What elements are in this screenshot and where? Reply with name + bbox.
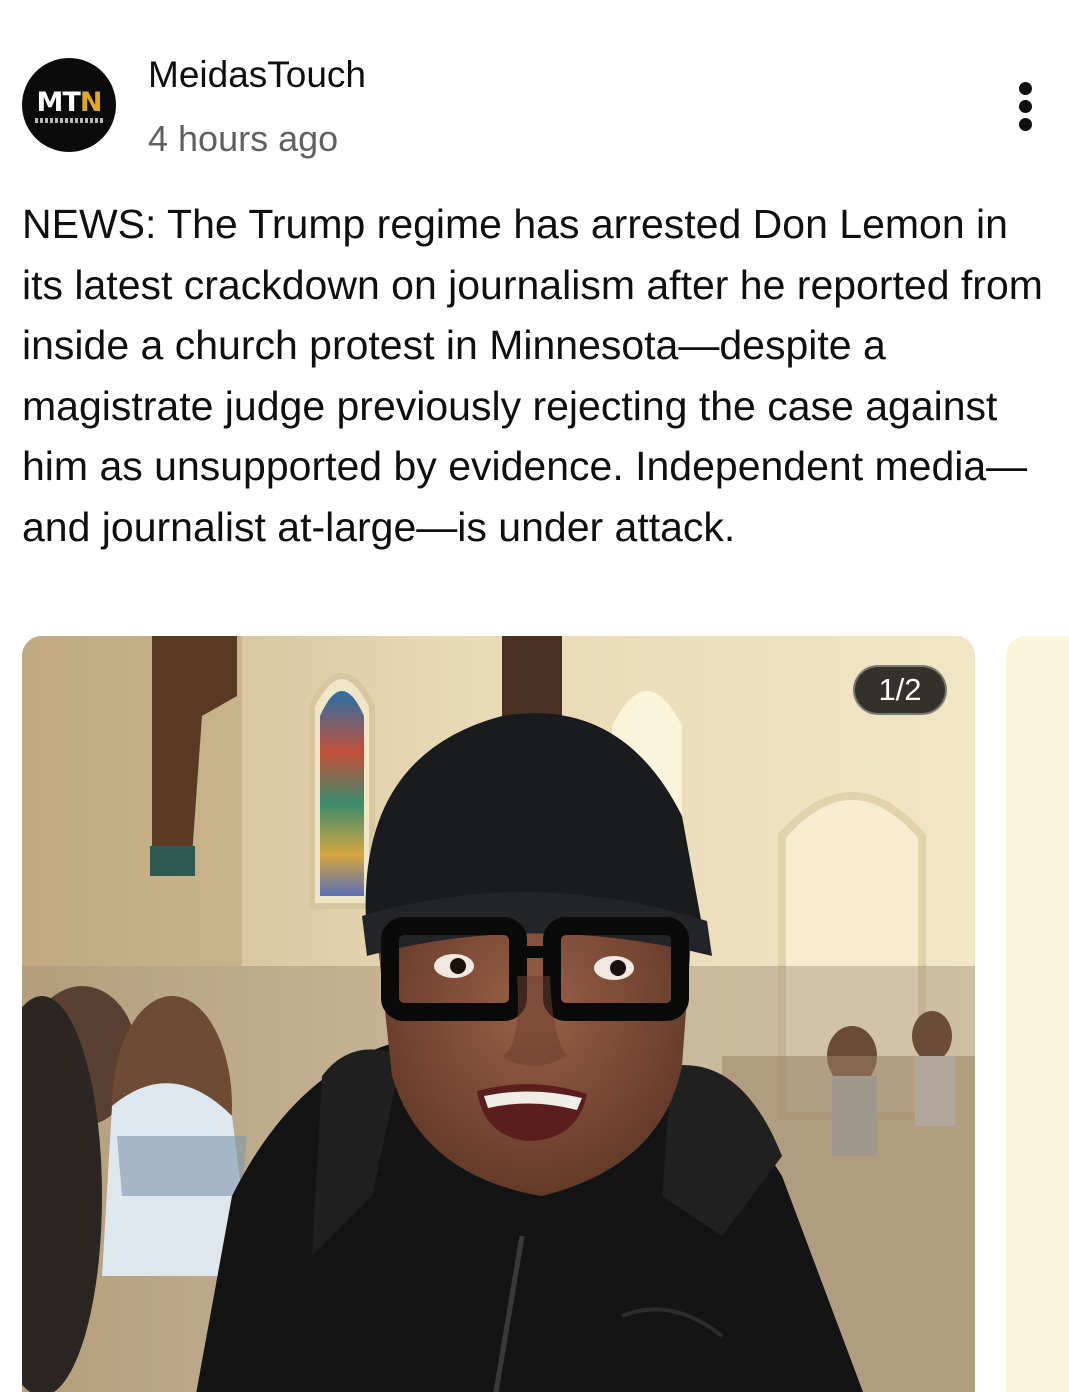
more-options-button[interactable] <box>1004 78 1048 134</box>
channel-name[interactable]: MeidasTouch <box>148 54 366 96</box>
channel-avatar[interactable]: MTN <box>22 58 116 152</box>
post-timestamp[interactable]: 4 hours ago <box>148 118 338 160</box>
avatar-logo: MTN <box>36 87 103 118</box>
more-vertical-icon-dot <box>1019 118 1032 131</box>
carousel-counter-badge: 1/2 <box>853 665 947 715</box>
image-carousel[interactable] <box>22 636 975 1392</box>
more-vertical-icon-dot <box>1019 100 1032 113</box>
avatar-logo-subtext <box>35 118 103 123</box>
more-vertical-icon <box>1019 82 1032 95</box>
post-text: NEWS: The Trump regime has arrested Don … <box>22 201 1043 550</box>
community-post: MTN MeidasTouch 4 hours ago NEWS: The Tr… <box>0 0 1069 1392</box>
next-image-preview[interactable] <box>1006 636 1069 1392</box>
post-image[interactable] <box>22 636 975 1392</box>
